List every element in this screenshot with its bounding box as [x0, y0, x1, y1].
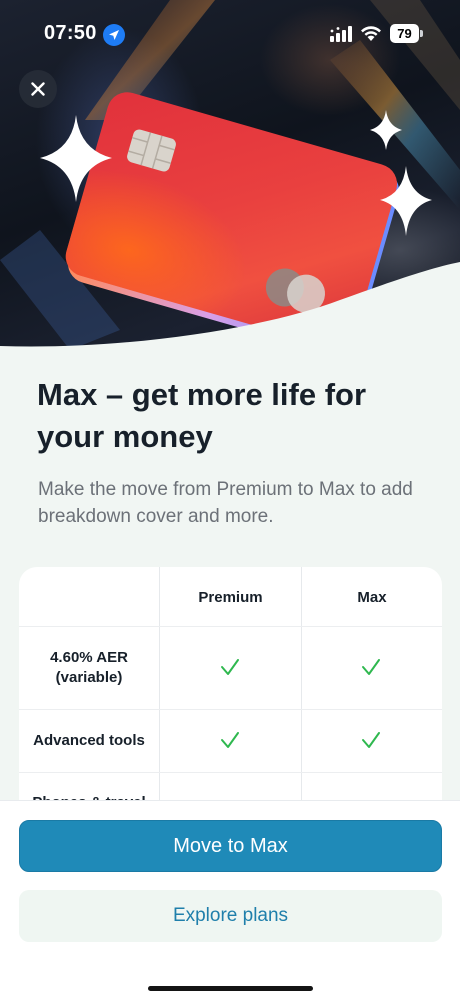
feature-label: Advanced tools — [33, 732, 145, 749]
column-header-max: Max — [357, 588, 387, 606]
check-icon — [221, 732, 239, 748]
move-to-max-button[interactable]: Move to Max — [19, 820, 442, 872]
check-icon — [362, 732, 380, 748]
check-icon — [362, 659, 380, 675]
hero-curve — [0, 262, 460, 360]
plan-comparison-table: Premium Max 4.60% AER (variable) Advance… — [19, 567, 442, 827]
check-icon — [221, 659, 239, 675]
explore-plans-button[interactable]: Explore plans — [19, 890, 442, 942]
bottom-action-bar: Move to Max Explore plans — [0, 800, 460, 1000]
page-title: Max – get more life for your money — [37, 377, 367, 454]
feature-label: 4.60% AER (variable) — [50, 649, 128, 686]
close-icon — [31, 82, 45, 96]
close-button[interactable] — [19, 70, 57, 108]
home-indicator — [148, 986, 313, 991]
hero-banner: 07:50 79 — [0, 0, 460, 360]
page-subtitle: Make the move from Premium to Max to add… — [38, 479, 413, 527]
column-header-premium: Premium — [198, 588, 263, 606]
